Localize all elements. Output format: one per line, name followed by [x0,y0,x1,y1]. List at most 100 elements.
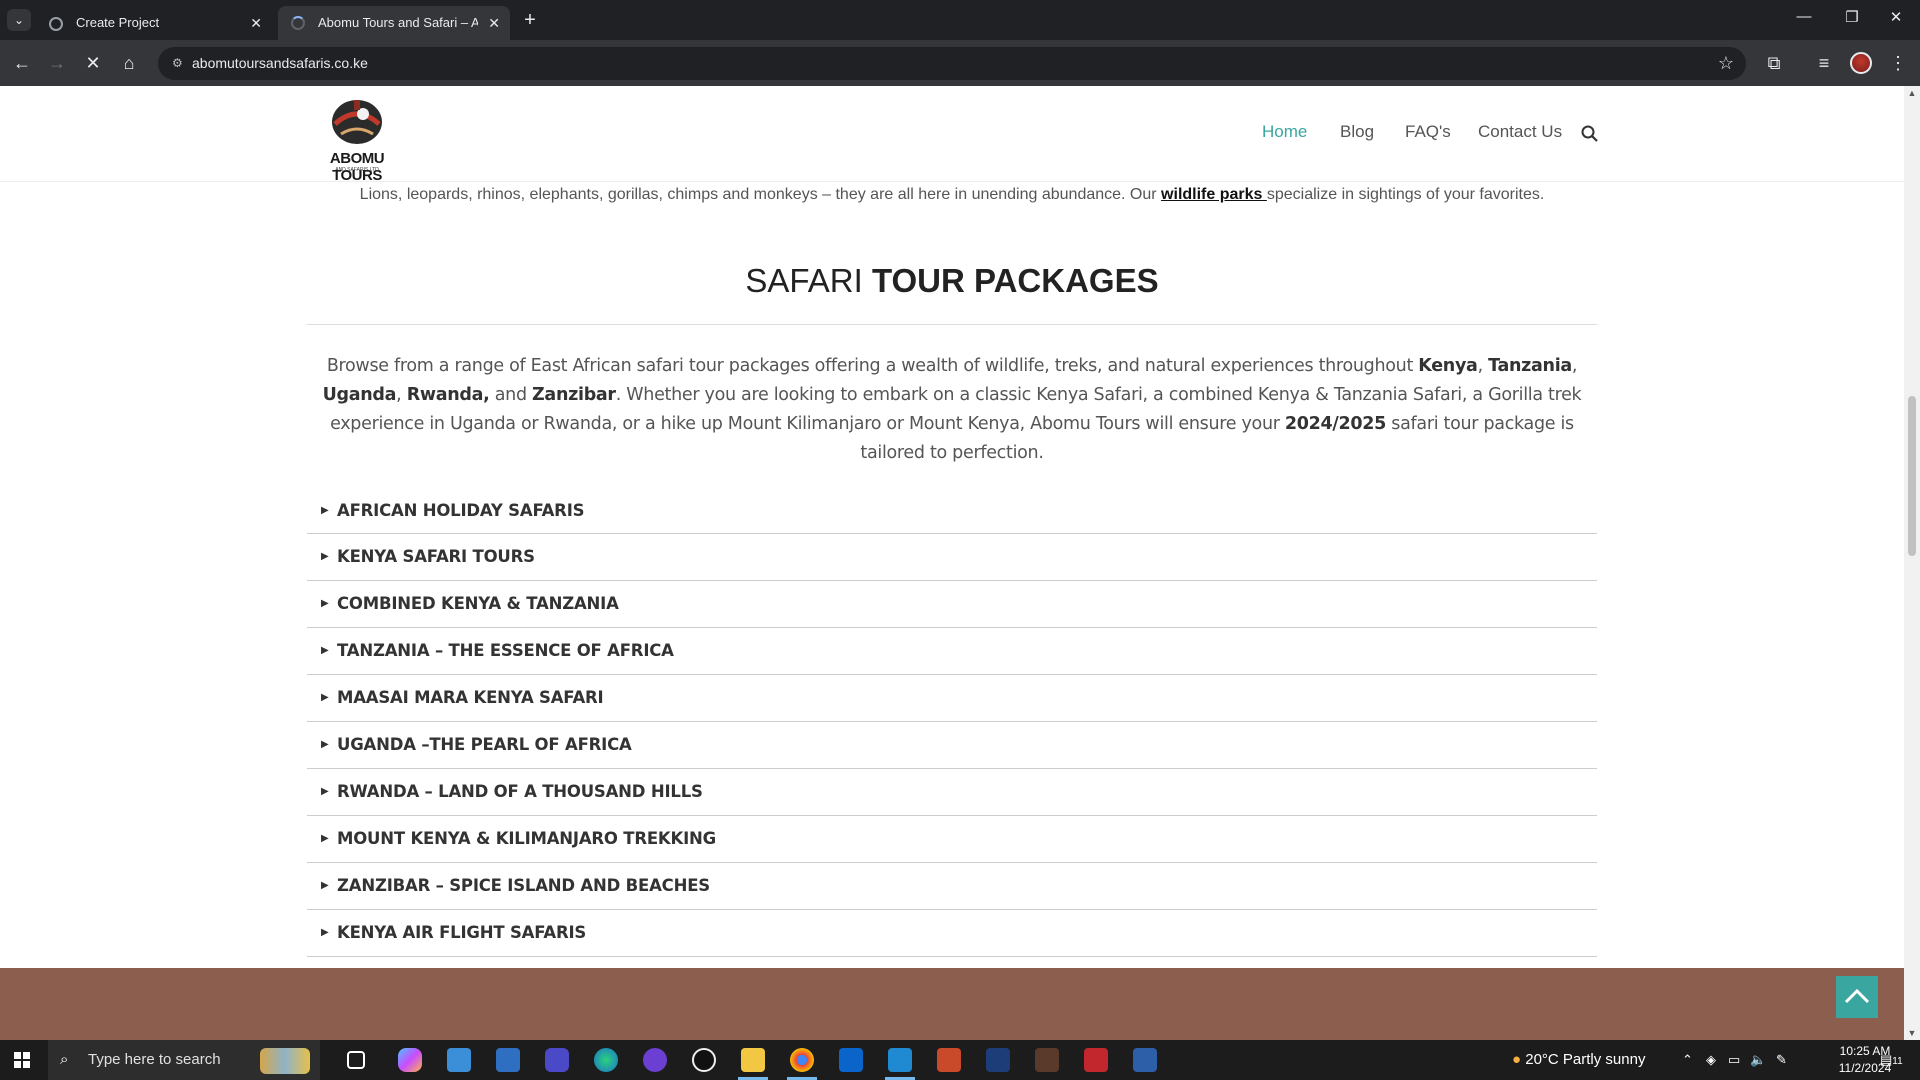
browser-menu-icon[interactable]: ⋮ [1886,51,1910,75]
game-client-icon[interactable] [1035,1048,1059,1072]
close-window-icon[interactable]: ✕ [1876,8,1916,26]
nav-home-link[interactable]: Home [1262,122,1307,142]
terminal-app-icon[interactable] [986,1048,1010,1072]
caret-right-icon: ▶ [321,927,329,938]
accordion-item[interactable]: ▶ KENYA AIR FLIGHT SAFARIS [307,910,1597,957]
tab-search-chevron-icon[interactable]: ⌄ [7,9,31,31]
address-bar[interactable]: ⚙ abomutoursandsafaris.co.ke ☆ [158,47,1746,80]
microsoft-store-icon[interactable] [496,1048,520,1072]
accordion-item[interactable]: ▶ ZANZIBAR – SPICE ISLAND AND BEACHES [307,863,1597,910]
stop-loading-icon[interactable]: ✕ [81,51,105,75]
caret-right-icon: ▶ [321,880,329,891]
weather-sun-icon: ● [1512,1051,1522,1068]
new-tab-plus-icon[interactable]: + [520,8,540,32]
file-explorer-icon[interactable] [741,1048,765,1072]
pen-icon[interactable]: ✎ [1776,1040,1787,1080]
home-icon[interactable]: ⌂ [117,51,141,75]
accordion-item[interactable]: ▶ MAASAI MARA KENYA SAFARI [307,675,1597,722]
tab-create-project[interactable]: Create Project ✕ [36,6,272,40]
network-icon[interactable]: ◈ [1706,1040,1716,1080]
browser-tab-strip: ⌄ Create Project ✕ Abomu Tours and Safar… [0,0,1920,40]
volume-icon[interactable]: 🔈 [1750,1040,1766,1080]
task-view-icon[interactable] [347,1051,365,1069]
caret-right-icon: ▶ [321,598,329,609]
desc-bold-rwanda: Rwanda, [406,385,490,405]
mail-icon[interactable] [447,1048,471,1072]
restore-icon[interactable]: ❐ [1832,8,1872,26]
accordion-item[interactable]: ▶ RWANDA – LAND OF A THOUSAND HILLS [307,769,1597,816]
minimize-icon[interactable]: — [1784,8,1824,25]
caret-right-icon: ▶ [321,645,329,656]
visual-studio-icon[interactable] [545,1048,569,1072]
chrome-icon[interactable] [790,1048,814,1072]
forward-arrow-icon[interactable]: → [45,51,69,75]
site-logo[interactable]: ABOMU TOURS AND SAFARIS LTD [305,94,409,184]
search-icon[interactable] [1580,124,1600,144]
section-divider [307,324,1597,325]
accordion-label: MAASAI MARA KENYA SAFARI [337,688,604,707]
edge-browser-icon[interactable] [594,1048,618,1072]
media-playlist-icon[interactable]: ≡ [1812,51,1836,75]
tab-title: Abomu Tours and Safari – Abomu [318,15,478,30]
tab-abomu-tours[interactable]: Abomu Tours and Safari – Abomu ✕ [278,6,510,40]
scroll-down-arrow-icon[interactable]: ▼ [1907,1028,1917,1038]
nav-blog-link[interactable]: Blog [1340,122,1374,142]
loading-spinner-icon [291,16,305,30]
desc-bold-kenya: Kenya [1418,356,1478,376]
game-app-icon[interactable] [643,1048,667,1072]
vscode-icon[interactable] [888,1048,912,1072]
tab-title: Create Project [76,15,160,30]
weather-widget[interactable]: ● 20°C Partly sunny [1512,1040,1645,1080]
notification-icon: ▤ [1880,1052,1893,1067]
logo-subtext: AND SAFARIS LTD [335,167,379,173]
battery-icon[interactable]: ▭ [1728,1040,1740,1080]
desc-bold-year: 2024/2025 [1284,414,1387,434]
accordion-item[interactable]: ▶ UGANDA –THE PEARL OF AFRICA [307,722,1597,769]
tray-chevron-up-icon[interactable]: ⌃ [1682,1040,1693,1080]
web-page: ABOMU TOURS AND SAFARIS LTD Home Blog FA… [0,86,1904,1040]
intro-text-end: specialize in sightings of your favorite… [1266,186,1545,203]
back-to-top-button[interactable] [1836,976,1878,1018]
section-title-light: SAFARI [745,262,872,299]
accordion-label: AFRICAN HOLIDAY SAFARIS [337,501,585,520]
close-tab-icon[interactable]: ✕ [488,6,500,40]
scrollbar-thumb[interactable] [1908,396,1916,556]
accordion-item[interactable]: ▶ KENYA SAFARI TOURS [307,534,1597,581]
desc-bold-zanzibar: Zanzibar [532,385,616,405]
search-highlight-icon [260,1048,310,1074]
n-app-icon[interactable] [692,1048,716,1072]
nav-contact-link[interactable]: Contact Us [1478,122,1562,142]
outlook-icon[interactable] [839,1048,863,1072]
caret-right-icon: ▶ [321,551,329,562]
nav-faqs-link[interactable]: FAQ's [1405,122,1451,142]
url-text[interactable]: abomutoursandsafaris.co.ke [192,47,368,80]
profile-avatar[interactable] [1850,52,1872,74]
wildlife-parks-link[interactable]: wildlife parks [1161,186,1267,203]
scroll-up-arrow-icon[interactable]: ▲ [1907,88,1917,98]
desc-part: , [1477,356,1489,376]
weather-text: 20°C Partly sunny [1525,1051,1646,1068]
accordion-label: UGANDA –THE PEARL OF AFRICA [337,735,632,754]
copilot-icon[interactable] [398,1048,422,1072]
logo-emblem-icon [332,100,382,144]
remote-app-icon[interactable] [1133,1048,1157,1072]
accordion-item[interactable]: ▶ AFRICAN HOLIDAY SAFARIS [307,488,1597,534]
packages-accordion: ▶ AFRICAN HOLIDAY SAFARIS ▶ KENYA SAFARI T… [307,488,1597,957]
extensions-puzzle-icon[interactable]: ⧉ [1762,51,1786,75]
accordion-label: KENYA SAFARI TOURS [337,547,535,566]
back-arrow-icon[interactable]: ← [10,51,34,75]
windows-start-icon[interactable] [14,1052,30,1068]
filezilla-icon[interactable] [1084,1048,1108,1072]
page-scrollbar[interactable]: ▲ ▼ [1904,86,1920,1040]
bookmark-star-icon[interactable]: ☆ [1718,53,1734,74]
archive-app-icon[interactable] [937,1048,961,1072]
chevron-up-icon [1844,988,1870,1004]
notification-center[interactable]: ▤11 [1880,1040,1903,1080]
caret-right-icon: ▶ [321,833,329,844]
site-info-icon[interactable]: ⚙ [172,56,186,70]
close-tab-icon[interactable]: ✕ [250,6,262,40]
accordion-item[interactable]: ▶ MOUNT KENYA & KILIMANJARO TREKKING [307,816,1597,863]
accordion-item[interactable]: ▶ TANZANIA – THE ESSENCE OF AFRICA [307,628,1597,675]
taskbar-search-box[interactable]: ⌕ Type here to search [48,1040,320,1080]
accordion-item[interactable]: ▶ COMBINED KENYA & TANZANIA [307,581,1597,628]
